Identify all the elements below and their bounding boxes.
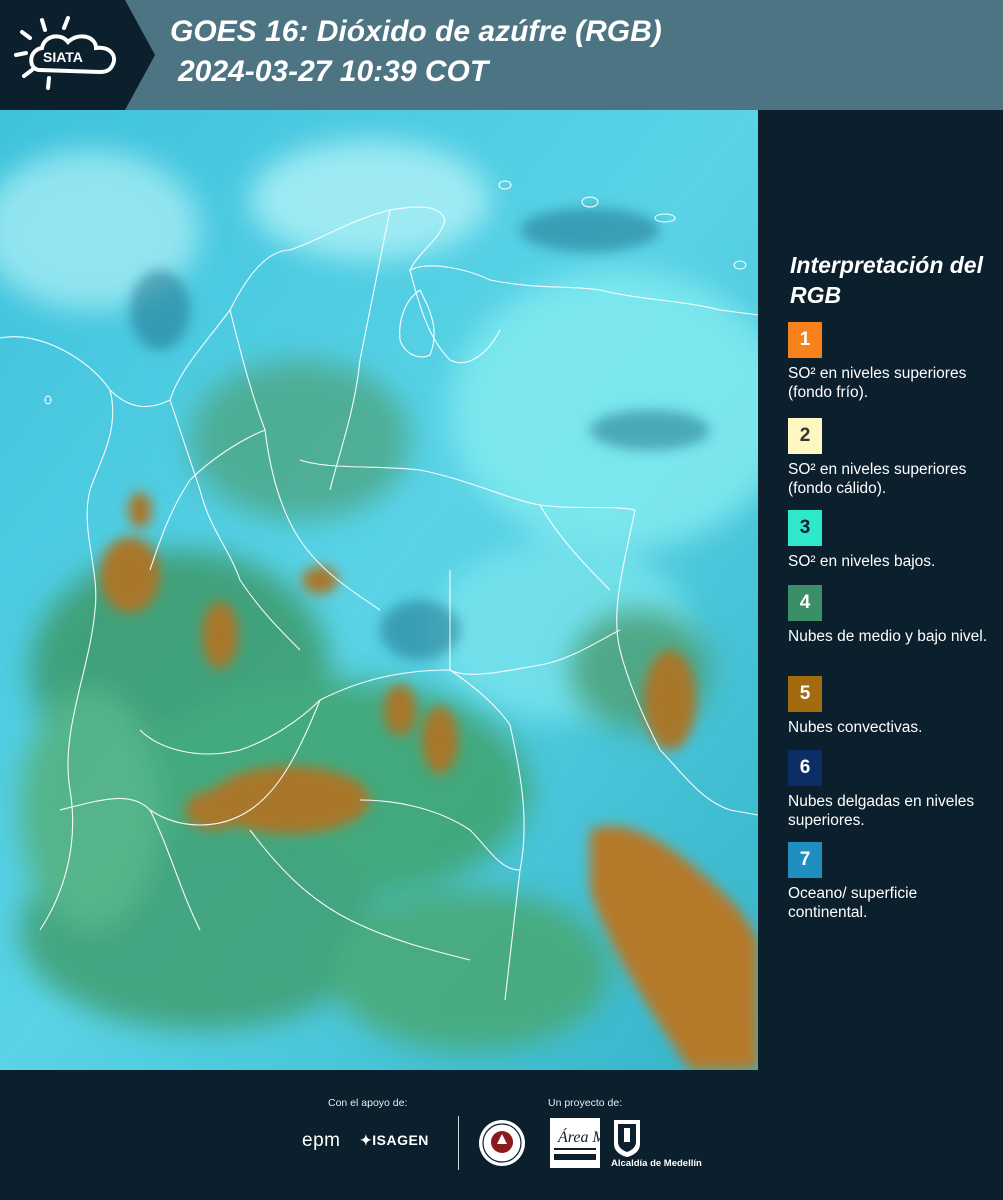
timestamp: 2024-03-27 10:39 COT [178, 55, 489, 88]
legend-swatch: 7 [788, 842, 822, 878]
header-bar: SIATA GOES 16: Dióxido de azúfre (RGB) 2… [0, 0, 1003, 110]
legend-swatch: 4 [788, 585, 822, 621]
rgb-legend: Interpretación del RGB 1 SO² en niveles … [762, 110, 1003, 1070]
legend-title: Interpretación del RGB [790, 252, 983, 308]
siata-logo: SIATA [0, 0, 155, 110]
legend-item-5: 5 Nubes convectivas. [788, 676, 988, 737]
footer: Con el apoyo de: Un proyecto de: epm ✦IS… [0, 1070, 1003, 1200]
isagen-logo: ✦ISAGEN [360, 1132, 429, 1148]
legend-item-1: 1 SO² en niveles superiores (fondo frío)… [788, 322, 988, 402]
legend-item-2: 2 SO² en niveles superiores (fondo cálid… [788, 418, 988, 498]
legend-item-label: SO² en niveles bajos. [788, 553, 936, 570]
legend-swatch: 1 [788, 322, 822, 358]
satellite-map [0, 110, 758, 1070]
legend-item-3: 3 SO² en niveles bajos. [788, 510, 988, 571]
area-metropolitana-logo: Área Metropolitana [550, 1118, 600, 1168]
divider [458, 1116, 459, 1170]
legend-item-label: Oceano/ superficie continental. [788, 885, 918, 921]
legend-item-label: Nubes de medio y bajo nivel. [788, 628, 988, 645]
legend-item-4: 4 Nubes de medio y bajo nivel. [788, 585, 988, 646]
project-label: Un proyecto de: [548, 1097, 623, 1109]
legend-item-label: SO² en niveles superiores (fondo cálido)… [788, 461, 967, 497]
page-title: GOES 16: Dióxido de azúfre (RGB) [170, 15, 662, 48]
alcaldia-label: Alcaldía de Medellín [611, 1158, 702, 1169]
medellin-seal-icon [479, 1120, 525, 1166]
legend-item-7: 7 Oceano/ superficie continental. [788, 842, 988, 922]
svg-text:SIATA: SIATA [43, 49, 83, 65]
support-label: Con el apoyo de: [328, 1097, 408, 1109]
alcaldia-crest-icon [614, 1120, 640, 1157]
legend-item-6: 6 Nubes delgadas en niveles superiores. [788, 750, 988, 830]
legend-swatch: 6 [788, 750, 822, 786]
isagen-logo-text: ISAGEN [372, 1132, 429, 1148]
svg-text:Área Metropolitana: Área Metropolitana [557, 1127, 600, 1146]
legend-swatch: 2 [788, 418, 822, 454]
legend-swatch: 3 [788, 510, 822, 546]
legend-swatch: 5 [788, 676, 822, 712]
legend-item-label: Nubes delgadas en niveles superiores. [788, 793, 975, 829]
legend-item-label: SO² en niveles superiores (fondo frío). [788, 365, 967, 401]
epm-logo: epm [302, 1130, 341, 1151]
legend-item-label: Nubes convectivas. [788, 719, 923, 736]
